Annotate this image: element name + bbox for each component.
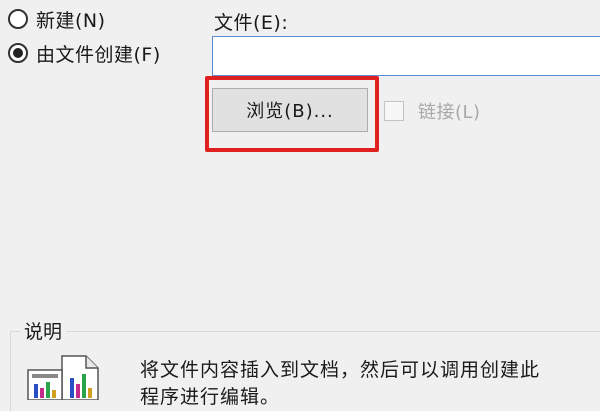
link-checkbox-row[interactable]: 链接(L) [384,98,481,124]
radio-new-indicator[interactable] [8,9,28,29]
link-checkbox[interactable] [384,101,404,121]
file-path-input[interactable] [212,36,600,76]
radio-from-file-indicator[interactable] [8,43,28,63]
browse-button-label: 浏览(B)... [246,101,334,122]
description-group-title: 说明 [20,317,67,344]
file-field-label: 文件(E): [214,12,289,34]
description-text-line-1: 将文件内容插入到文档，然后可以调用创建此 [140,359,541,381]
browse-button[interactable]: 浏览(B)... [212,88,368,132]
radio-new-label: 新建(N) [36,9,106,32]
link-checkbox-label: 链接(L) [418,102,481,123]
description-text-line-2: 程序进行编辑。 [140,386,281,408]
document-chart-icon [27,355,99,400]
radio-option-new[interactable]: 新建(N) [8,4,106,34]
radio-option-from-file[interactable]: 由文件创建(F) [8,38,161,68]
radio-from-file-label: 由文件创建(F) [36,43,161,66]
